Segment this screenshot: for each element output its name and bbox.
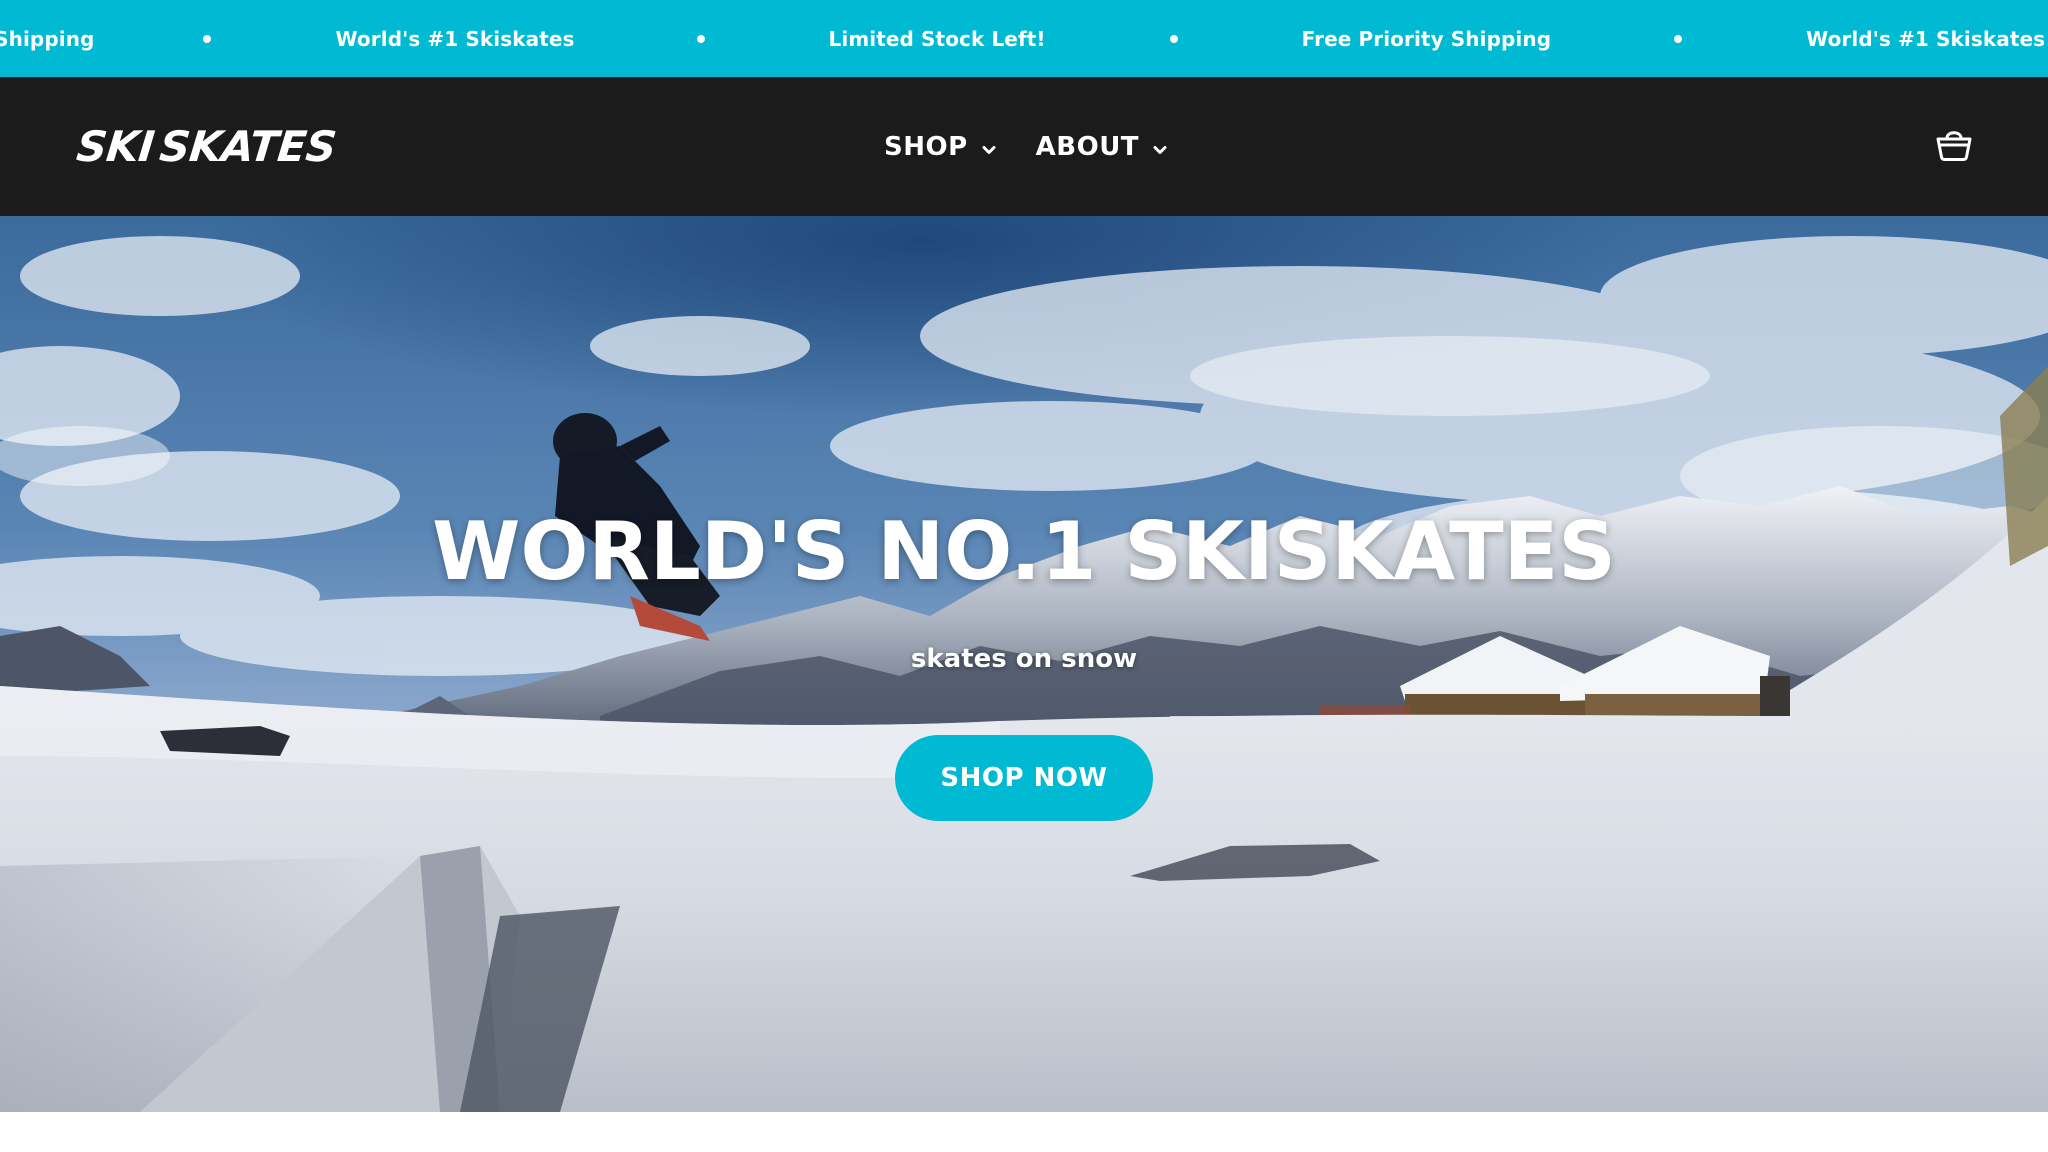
announcement-text: World's #1 Skiskates [1806,26,2046,51]
announcement-item: Free Priority Shipping [0,27,94,51]
nav-label-about: ABOUT [1035,131,1140,162]
site-header: SKI SKATES SHOP ABOUT [0,77,2048,216]
hero-subtitle: skates on snow [910,644,1138,674]
basket-icon[interactable] [1934,124,1974,164]
announcement-item: Free Priority Shipping [1302,27,1551,51]
site-logo[interactable]: SKI SKATES [74,119,338,173]
nav-item-about[interactable]: ABOUT [1036,132,1169,162]
announcement-separator-dot [203,34,212,43]
hero-section: WORLD'S NO.1 SKISKATES skates on snow SH… [0,216,2048,1112]
page-below-hero [0,1112,2048,1152]
announcement-separator-dot [1674,34,1683,43]
announcement-item: Limited Stock Left! [829,27,1046,51]
announcement-separator-dot [696,34,705,43]
nav-label-shop: SHOP [884,131,968,162]
logo-text-ski: SKI [74,121,157,171]
announcement-item: World's #1 Skiskates [335,27,574,51]
logo-text-skates: SKATES [157,121,339,171]
hero-title: WORLD'S NO.1 SKISKATES [432,505,1616,598]
announcement-text: World's #1 Skiskates [335,26,575,51]
announcement-item: World's #1 Skiskates [1806,27,2045,51]
announcement-separator-dot [1169,34,1178,43]
announcement-bar: Free Priority Shipping World's #1 Skiska… [0,0,2048,77]
chevron-down-icon [1153,145,1167,154]
chevron-down-icon [982,145,996,154]
announcement-text: Limited Stock Left! [828,26,1046,51]
nav-item-shop[interactable]: SHOP [884,132,998,162]
announcement-marquee: Free Priority Shipping World's #1 Skiska… [0,0,2048,77]
announcement-text: Free Priority Shipping [1301,26,1552,51]
shop-now-button[interactable]: SHOP NOW [895,735,1153,821]
main-nav: SHOP ABOUT [884,77,1169,216]
announcement-text: Free Priority Shipping [0,26,95,51]
